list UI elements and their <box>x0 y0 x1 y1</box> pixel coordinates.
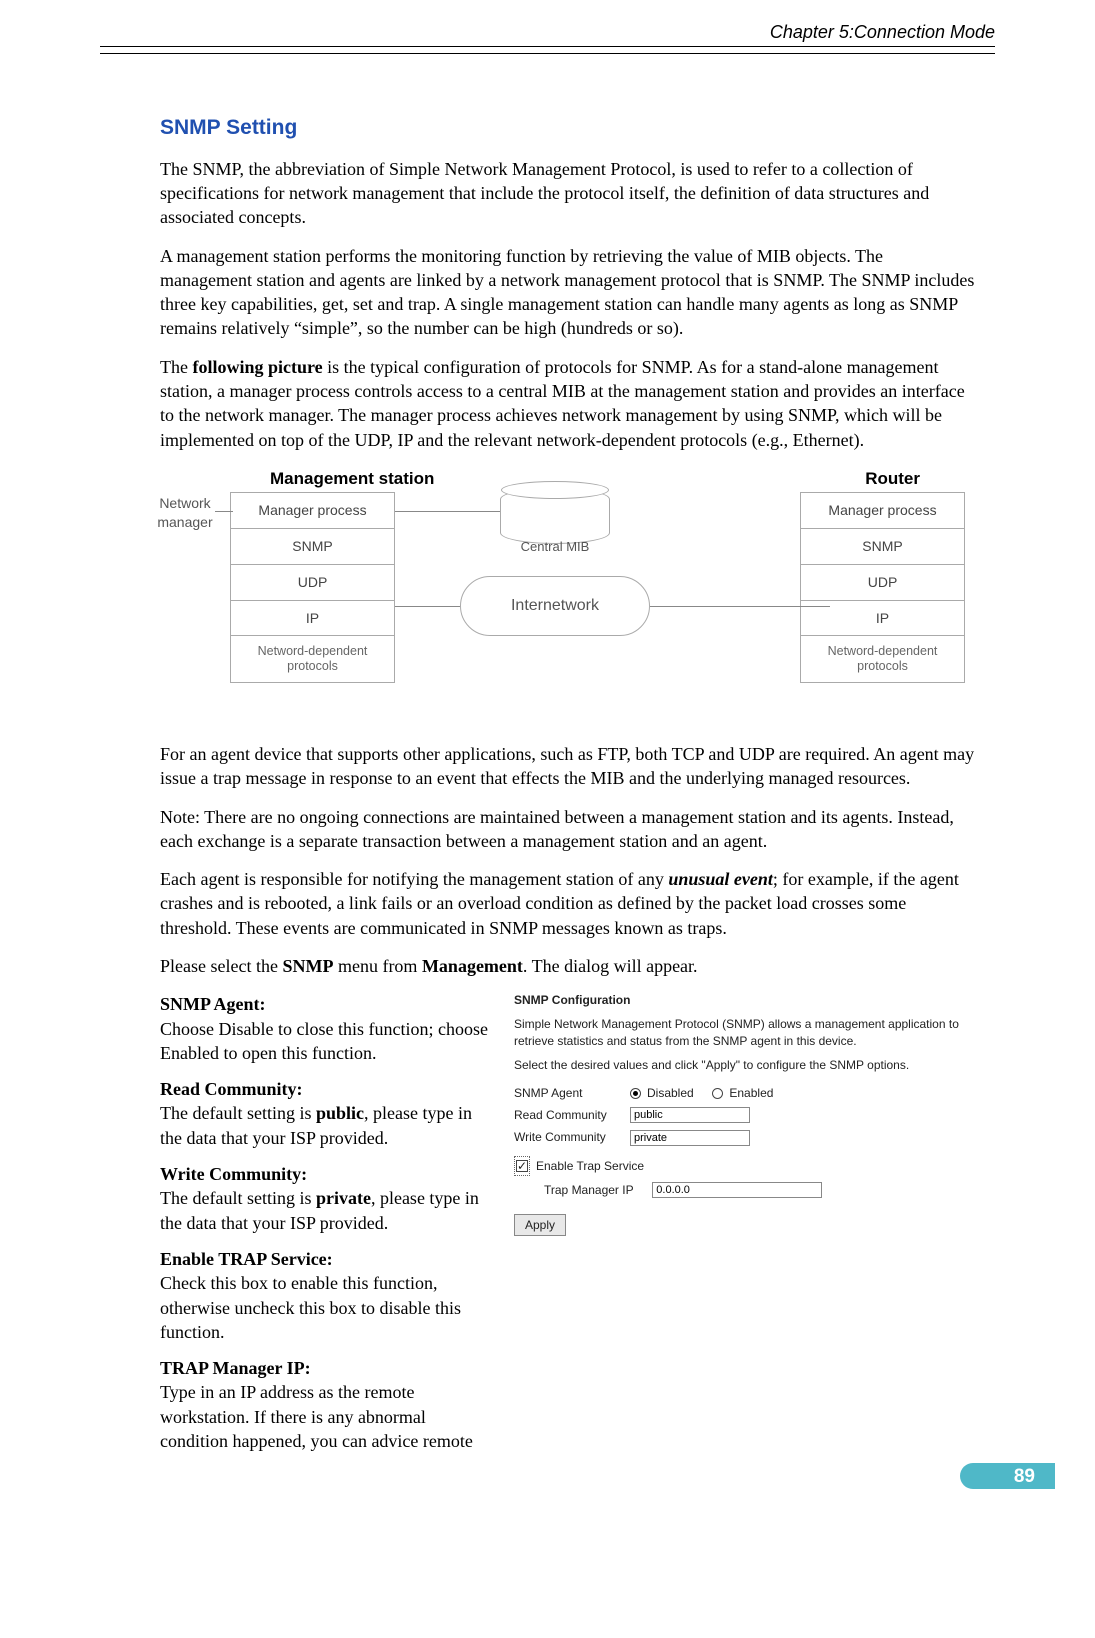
definition-title: TRAP Manager IP: <box>160 1358 311 1378</box>
text-bold: following picture <box>192 357 322 377</box>
header-rule-thick <box>100 46 995 47</box>
protocol-stack-right: Manager process SNMP UDP IP Netword-depe… <box>800 492 965 684</box>
write-community-label: Write Community <box>514 1129 624 1145</box>
read-community-label: Read Community <box>514 1107 624 1123</box>
central-mib-label: Central MIB <box>520 538 590 556</box>
stack-cell: Netword-dependent protocols <box>801 636 964 682</box>
definition-item: Write Community: The default setting is … <box>160 1162 490 1235</box>
text: Please select the <box>160 956 282 976</box>
stack-cell: UDP <box>231 565 394 601</box>
write-community-input[interactable] <box>630 1130 750 1146</box>
stack-cell: IP <box>231 601 394 637</box>
paragraph: Note: There are no ongoing connections a… <box>160 805 975 854</box>
definition-body: Choose Disable to close this function; c… <box>160 1019 488 1063</box>
paragraph: The SNMP, the abbreviation of Simple Net… <box>160 157 975 230</box>
page-number: 89 <box>1014 1464 1035 1490</box>
definitions-column: SNMP Agent: Choose Disable to close this… <box>160 992 490 1465</box>
read-community-input[interactable] <box>630 1107 750 1123</box>
enable-trap-checkbox[interactable] <box>516 1160 528 1172</box>
definition-title: Enable TRAP Service: <box>160 1249 333 1269</box>
read-community-row: Read Community <box>514 1107 975 1123</box>
paragraph: Please select the SNMP menu from Managem… <box>160 954 975 978</box>
definition-item: SNMP Agent: Choose Disable to close this… <box>160 992 490 1065</box>
snmp-conf-instr: Select the desired values and click "App… <box>514 1057 975 1073</box>
snmp-architecture-diagram: Management station Router Network manage… <box>160 466 975 726</box>
definition-title: Read Community: <box>160 1079 303 1099</box>
apply-button[interactable]: Apply <box>514 1214 566 1236</box>
paragraph: The following picture is the typical con… <box>160 355 975 452</box>
trap-manager-ip-label: Trap Manager IP <box>544 1182 634 1198</box>
text-bold: Management <box>422 956 523 976</box>
stack-cell: Manager process <box>801 493 964 529</box>
definition-body: Type in an IP address as the remote work… <box>160 1382 473 1451</box>
text-bold: public <box>316 1103 364 1123</box>
stack-cell: SNMP <box>801 529 964 565</box>
snmp-conf-desc: Simple Network Management Protocol (SNMP… <box>514 1016 975 1048</box>
connector-line <box>650 606 830 607</box>
definition-body: Check this box to enable this function, … <box>160 1273 461 1342</box>
text: Each agent is responsible for notifying … <box>160 869 668 889</box>
page-number-badge: 89 <box>960 1463 1055 1493</box>
definition-title: Write Community: <box>160 1164 307 1184</box>
diagram-label-management-station: Management station <box>270 468 434 491</box>
enable-trap-label: Enable Trap Service <box>536 1158 644 1174</box>
write-community-row: Write Community <box>514 1129 975 1145</box>
paragraph: Each agent is responsible for notifying … <box>160 867 975 940</box>
text: The default setting is <box>160 1103 316 1123</box>
text: The <box>160 357 192 377</box>
trap-service-row: Enable Trap Service <box>514 1156 975 1176</box>
paragraph: For an agent device that supports other … <box>160 742 975 791</box>
protocol-stack-left: Manager process SNMP UDP IP Netword-depe… <box>230 492 395 684</box>
chapter-header: Chapter 5:Connection Mode <box>100 20 995 44</box>
snmp-agent-label: SNMP Agent <box>514 1085 624 1101</box>
definition-item: Enable TRAP Service: Check this box to e… <box>160 1247 490 1344</box>
stack-cell: Netword-dependent protocols <box>231 636 394 682</box>
connector-line <box>395 606 460 607</box>
snmp-config-screenshot: SNMP Configuration Simple Network Manage… <box>514 992 975 1465</box>
text: . The dialog will appear. <box>523 956 698 976</box>
stack-cell: Manager process <box>231 493 394 529</box>
header-rule-thin <box>100 53 995 54</box>
text: The default setting is <box>160 1188 316 1208</box>
radio-disabled[interactable] <box>630 1088 641 1099</box>
diagram-label-network-manager: Network manager <box>150 494 220 532</box>
text: menu from <box>333 956 421 976</box>
radio-disabled-label: Disabled <box>647 1085 694 1101</box>
central-mib-icon <box>500 488 610 544</box>
definition-item: TRAP Manager IP: Type in an IP address a… <box>160 1356 490 1453</box>
stack-cell: UDP <box>801 565 964 601</box>
text-bold: SNMP <box>282 956 333 976</box>
definition-item: Read Community: The default setting is p… <box>160 1077 490 1150</box>
section-title: SNMP Setting <box>160 114 975 142</box>
text-bold: private <box>316 1188 371 1208</box>
definition-title: SNMP Agent: <box>160 994 266 1014</box>
trap-manager-ip-row: Trap Manager IP <box>514 1182 975 1198</box>
trap-manager-ip-input[interactable] <box>652 1182 822 1198</box>
connector-line <box>215 511 233 512</box>
text-bold-italic: unusual event <box>668 869 773 889</box>
radio-enabled-label: Enabled <box>729 1085 773 1101</box>
stack-cell: SNMP <box>231 529 394 565</box>
snmp-conf-heading: SNMP Configuration <box>514 992 975 1008</box>
diagram-label-router: Router <box>865 468 920 491</box>
snmp-agent-row: SNMP Agent Disabled Enabled <box>514 1085 975 1101</box>
internetwork-cloud: Internetwork <box>460 576 650 636</box>
radio-enabled[interactable] <box>712 1088 723 1099</box>
paragraph: A management station performs the monito… <box>160 244 975 341</box>
connector-line <box>395 511 500 512</box>
